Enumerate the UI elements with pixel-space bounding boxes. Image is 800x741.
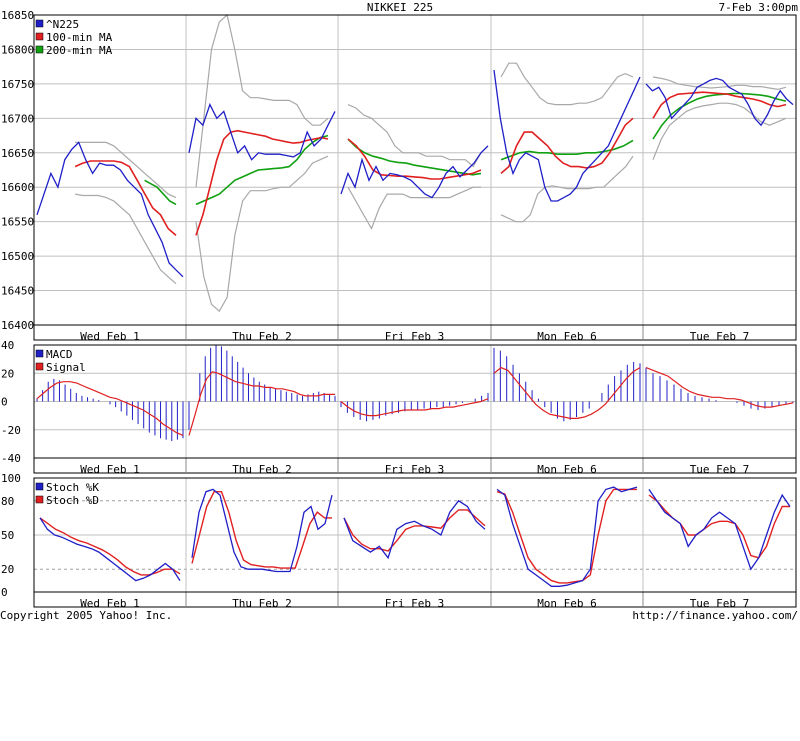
y-tick-label: 50 xyxy=(1,529,14,542)
chart-title: NIKKEI 225 xyxy=(367,1,433,14)
legend-swatch xyxy=(35,45,44,54)
panel-0: 16400 16450 16500 16550 16600 16650 16700 16750… xyxy=(1,9,797,343)
y-tick-label: 16550 xyxy=(1,216,34,229)
legend-label: Stoch %K xyxy=(46,481,99,494)
y-tick-label: 0 xyxy=(1,586,8,599)
panel-2: 0205080100Wed Feb 1 Thu Feb 2 Fri Feb 3 Mon… xyxy=(1,472,797,610)
legend-swatch xyxy=(35,495,44,504)
footer-url[interactable]: http://finance.yahoo.com/ xyxy=(632,609,798,622)
y-tick-label: 20 xyxy=(1,367,14,380)
legend-swatch xyxy=(35,19,44,28)
day-label: Fri Feb 3 xyxy=(385,597,445,610)
day-label: Fri Feb 3 xyxy=(385,330,445,343)
y-tick-label: 80 xyxy=(1,495,14,508)
y-tick-label: -20 xyxy=(1,424,21,437)
plot-area xyxy=(34,15,796,325)
legend-label: Stoch %D xyxy=(46,494,99,507)
legend-label: MACD xyxy=(46,348,73,361)
legend-label: ^N225 xyxy=(46,18,79,31)
y-tick-label: -40 xyxy=(1,452,21,465)
chart-timestamp: 7-Feb 3:00pm xyxy=(719,1,799,14)
day-label: Thu Feb 2 xyxy=(232,330,292,343)
y-tick-label: 0 xyxy=(1,396,8,409)
day-label: Tue Feb 7 xyxy=(690,463,750,476)
legend-swatch xyxy=(35,32,44,41)
day-label: Wed Feb 1 xyxy=(80,330,140,343)
y-tick-label: 16400 xyxy=(1,319,34,332)
y-tick-label: 16700 xyxy=(1,112,34,125)
day-label: Mon Feb 6 xyxy=(537,597,597,610)
day-label: Tue Feb 7 xyxy=(690,330,750,343)
day-label: Thu Feb 2 xyxy=(232,597,292,610)
legend-swatch xyxy=(35,349,44,358)
nikkei-chart: NIKKEI 225 7-Feb 3:00pm 1640016450165001… xyxy=(0,1,799,622)
day-label: Mon Feb 6 xyxy=(537,330,597,343)
footer-copyright: Copyright 2005 Yahoo! Inc. xyxy=(0,609,172,622)
legend-swatch xyxy=(35,362,44,371)
y-tick-label: 16650 xyxy=(1,147,34,160)
day-label: Fri Feb 3 xyxy=(385,463,445,476)
panel-1: -40 -20 0 20 40 Wed Feb 1 Thu Feb 2 Fri Feb 3 Mo… xyxy=(1,339,797,476)
day-label: Thu Feb 2 xyxy=(232,463,292,476)
y-tick-label: 20 xyxy=(1,563,14,576)
day-label: Wed Feb 1 xyxy=(80,463,140,476)
y-tick-label: 16800 xyxy=(1,43,34,56)
y-tick-label: 100 xyxy=(1,472,21,485)
y-tick-label: 16850 xyxy=(1,9,34,22)
legend-label: 100-min MA xyxy=(46,31,113,44)
y-tick-label: 16600 xyxy=(1,181,34,194)
y-tick-label: 16750 xyxy=(1,78,34,91)
y-tick-label: 40 xyxy=(1,339,14,352)
y-tick-label: 16500 xyxy=(1,250,34,263)
y-tick-label: 16450 xyxy=(1,285,34,298)
day-label: Mon Feb 6 xyxy=(537,463,597,476)
legend-label: Signal xyxy=(46,361,86,374)
legend-label: 200-min MA xyxy=(46,44,113,57)
legend-swatch xyxy=(35,482,44,491)
